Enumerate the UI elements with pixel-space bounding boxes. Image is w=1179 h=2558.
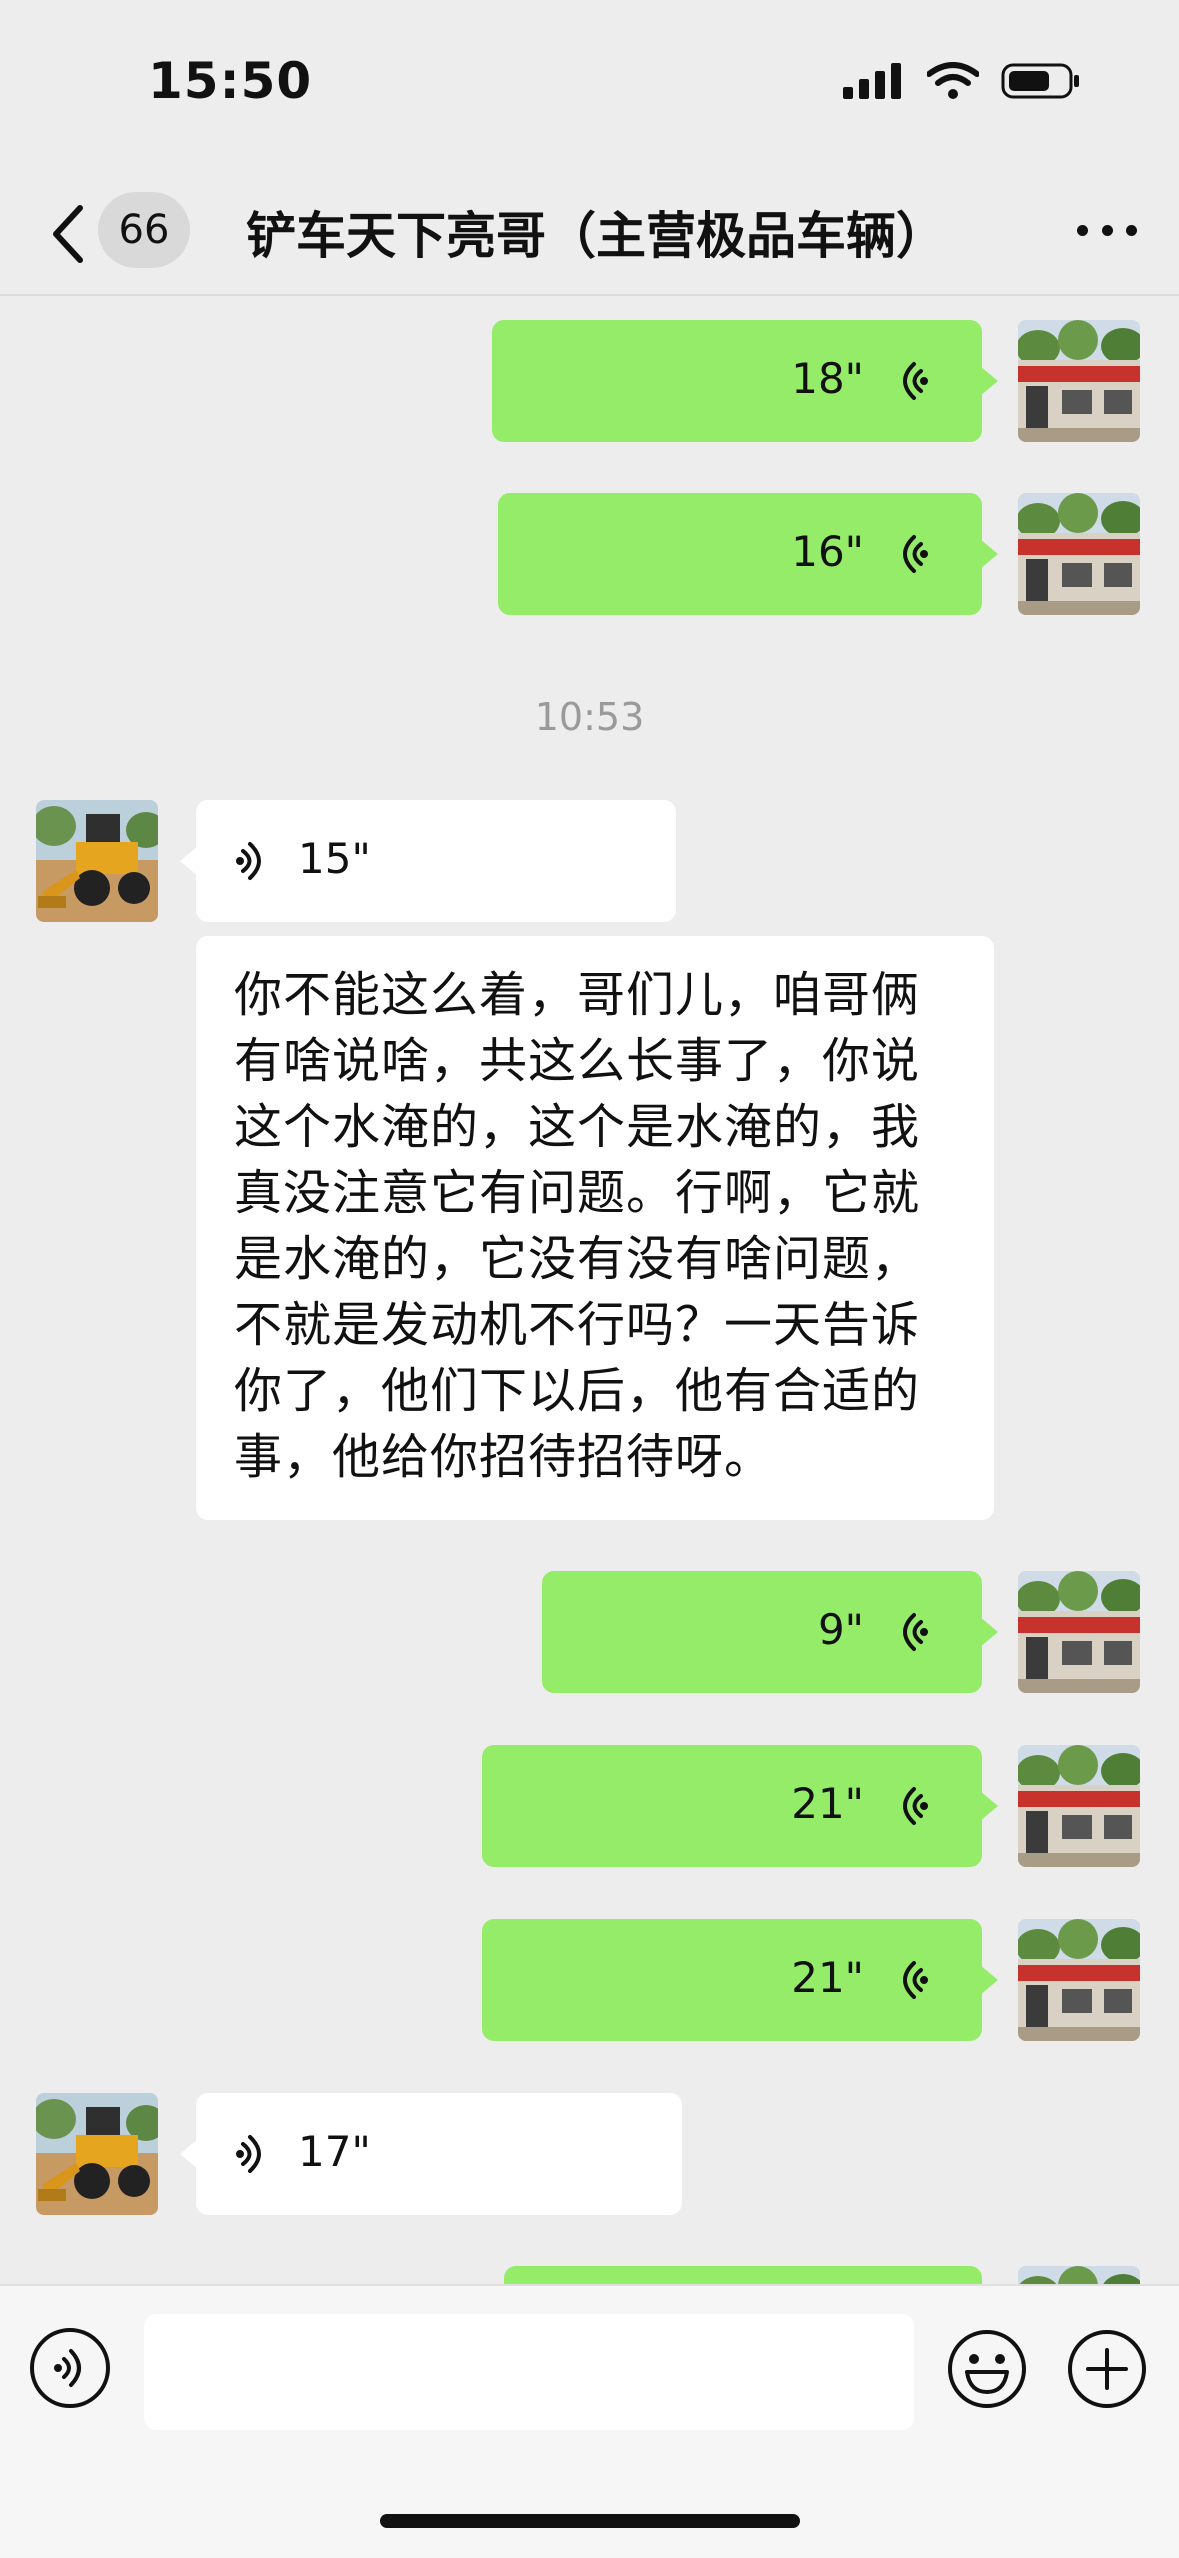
transcript-line: 这个水淹的，这个是水淹的，我 — [234, 1099, 921, 1155]
transcript-line: 真没注意它有问题。行啊，它就 — [234, 1165, 921, 1221]
transcript-line: 有啥说啥，共这么长事了，你说 — [234, 1033, 921, 1089]
transcript-line: 事，他给你招待招待呀。 — [234, 1429, 774, 1485]
voice-message-outgoing[interactable]: 21" — [482, 1919, 998, 2041]
wifi-icon — [927, 62, 979, 99]
battery-icon — [1001, 63, 1079, 99]
chat-header: 66 铲车天下亮哥（主营极品车辆） — [0, 180, 1179, 295]
transcript-line: 你了，他们下以后，他有合适的 — [234, 1363, 921, 1419]
more-options-icon[interactable] — [1077, 218, 1137, 242]
message-input[interactable] — [144, 2314, 914, 2430]
transcript-line: 你不能这么着，哥们儿，咱哥俩 — [234, 967, 921, 1023]
voice-message-outgoing-partial[interactable] — [504, 2266, 982, 2284]
message-timestamp: 10:53 — [534, 695, 645, 739]
voice-duration: 16" — [791, 527, 864, 576]
voice-transcript-bubble[interactable]: 你不能这么着，哥们儿，咱哥俩 有啥说啥，共这么长事了，你说 这个水淹的，这个是水… — [196, 936, 994, 1520]
emoji-icon[interactable] — [946, 2328, 1028, 2410]
voice-duration: 21" — [791, 1953, 864, 2002]
voice-duration: 15" — [298, 834, 371, 883]
unread-count-badge[interactable]: 66 — [98, 192, 190, 268]
voice-message-outgoing[interactable]: 9" — [542, 1571, 998, 1693]
voice-duration: 18" — [791, 354, 864, 403]
plus-icon[interactable] — [1066, 2328, 1148, 2410]
transcript-line: 是水淹的，它没有没有啥问题， — [234, 1231, 921, 1287]
chat-title: 铲车天下亮哥（主营极品车辆） — [246, 207, 946, 265]
contact-avatar[interactable] — [36, 2093, 158, 2215]
my-avatar[interactable] — [1018, 493, 1140, 615]
contact-avatar[interactable] — [36, 800, 158, 922]
my-avatar[interactable] — [1018, 1745, 1140, 1867]
voice-duration: 9" — [817, 1605, 864, 1654]
my-avatar-partial — [1018, 2266, 1140, 2284]
voice-wave-icon — [54, 2349, 81, 2387]
voice-wave-icon — [903, 1613, 928, 1651]
voice-message-incoming[interactable]: 17" — [180, 2093, 682, 2215]
voice-duration: 17" — [298, 2127, 371, 2176]
cellular-signal-icon — [843, 63, 901, 99]
home-indicator — [380, 2514, 800, 2528]
voice-wave-icon — [236, 842, 261, 880]
voice-wave-icon — [236, 2135, 261, 2173]
voice-message-outgoing[interactable]: 21" — [482, 1745, 998, 1867]
my-avatar[interactable] — [1018, 1571, 1140, 1693]
header-divider — [0, 294, 1179, 296]
back-arrow-icon[interactable] — [48, 202, 92, 266]
status-icons — [843, 62, 1081, 100]
voice-wave-icon — [903, 362, 928, 400]
voice-duration: 21" — [791, 1779, 864, 1828]
my-avatar[interactable] — [1018, 320, 1140, 442]
status-time: 15:50 — [148, 52, 313, 110]
voice-wave-icon — [903, 1961, 928, 1999]
transcript-text: 你不能这么着，哥们儿，咱哥俩 有啥说啥，共这么长事了，你说 这个水淹的，这个是水… — [234, 962, 954, 1490]
voice-wave-icon — [903, 535, 928, 573]
voice-message-incoming[interactable]: 15" — [180, 800, 676, 922]
transcript-line: 不就是发动机不行吗？一天告诉 — [234, 1297, 921, 1353]
voice-message-outgoing[interactable]: 16" — [498, 493, 998, 615]
voice-message-outgoing[interactable]: 18" — [492, 320, 998, 442]
voice-input-toggle-button[interactable] — [30, 2328, 110, 2408]
voice-wave-icon — [903, 1787, 928, 1825]
my-avatar[interactable] — [1018, 1919, 1140, 2041]
